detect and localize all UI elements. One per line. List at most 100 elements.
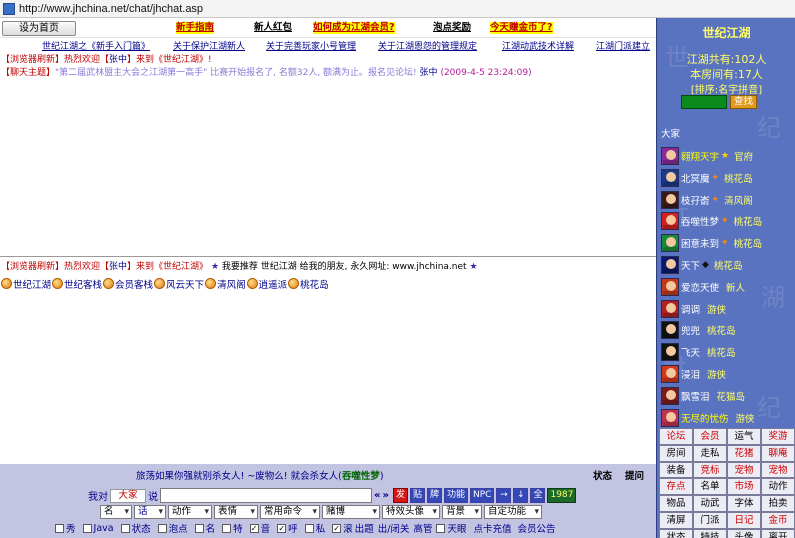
user-list-item[interactable]: 飞天 桃花岛 xyxy=(661,342,736,362)
sky-eye-checkbox[interactable]: 天眼 xyxy=(436,521,466,535)
sort-option[interactable]: [排序:名字拼音] xyxy=(657,81,795,96)
set-home-button[interactable]: 设为首页 xyxy=(2,21,76,36)
notice-link-1[interactable]: 世纪江湖之《新手入门篇》 xyxy=(42,39,150,52)
notice-link-2[interactable]: 关于保护江湖新人 xyxy=(173,39,245,52)
question-link[interactable]: 提问 xyxy=(625,468,644,482)
user-list-item[interactable]: 浸泪 游侠 xyxy=(661,364,726,384)
function-button[interactable]: 宠物 xyxy=(727,461,761,479)
function-button[interactable]: 运气 xyxy=(727,428,761,445)
user-link[interactable]: 张中 xyxy=(109,55,127,65)
retreat-link[interactable]: 出/闭关 xyxy=(378,521,410,535)
npc-button[interactable]: NPC xyxy=(470,488,495,503)
function-button[interactable]: 清屏 xyxy=(659,511,693,529)
user-list-item[interactable]: 爱恋天使 新人 xyxy=(661,277,745,297)
function-button[interactable]: 拍卖 xyxy=(761,495,795,512)
find-input[interactable] xyxy=(681,95,727,109)
user-link[interactable]: 张中 xyxy=(109,262,127,272)
user-link[interactable]: 张中 xyxy=(420,68,438,78)
room-link[interactable]: 桃花岛 xyxy=(288,277,329,291)
url-text[interactable]: http://www.jhchina.net/chat/jhchat.asp xyxy=(19,3,203,15)
notice-link-4[interactable]: 关于江湖恩怨的管理规定 xyxy=(378,39,477,52)
room-link[interactable]: 会员客栈 xyxy=(103,277,153,291)
function-button[interactable]: 论坛 xyxy=(659,428,693,445)
site-url[interactable]: www.jhchina.net xyxy=(392,262,466,272)
call-checkbox[interactable]: ✓ 呼 xyxy=(277,521,298,535)
history-forward-button[interactable]: » xyxy=(382,490,388,501)
private-checkbox[interactable]: 私 xyxy=(304,521,325,535)
send-button[interactable]: 发 xyxy=(392,488,408,503)
background-select[interactable]: 背景 xyxy=(442,504,482,519)
member-notice-link[interactable]: 会员公告 xyxy=(517,521,555,535)
function-button[interactable]: 日记 xyxy=(727,511,761,529)
newbie-bonus-link[interactable]: 新人红包 xyxy=(254,22,292,34)
function-button[interactable]: 存点 xyxy=(659,478,693,496)
user-list-item[interactable]: 困意未到 ✦ 桃花岛 xyxy=(661,233,762,253)
notice-link-5[interactable]: 江湖动武技术详解 xyxy=(502,39,574,52)
java-checkbox[interactable]: Java xyxy=(82,523,114,534)
user-link[interactable]: 吞噬性梦 xyxy=(342,471,380,482)
function-button[interactable]: 花猪 xyxy=(727,444,761,462)
command-select[interactable]: 常用命令 xyxy=(260,504,320,519)
room-link[interactable]: 逍遥派 xyxy=(246,277,287,291)
function-button[interactable]: 功能 xyxy=(443,488,468,503)
user-list-item[interactable]: 无尽的忧伤 游侠 xyxy=(661,408,755,428)
public-chat-pane[interactable]: 【浏览器刷新】热烈欢迎【张中】来到《世纪江湖》! 【聊天主题】"第二届武林盟主大… xyxy=(0,52,656,257)
sound-checkbox[interactable]: ✓ 音 xyxy=(249,521,270,535)
user-list-item[interactable]: 北冥魔 ✦ 桃花岛 xyxy=(661,168,753,188)
user-list-item[interactable]: 枝孖嵛 ✦ 清风阁 xyxy=(661,190,753,210)
avatar-effect-select[interactable]: 特效头像 xyxy=(382,504,440,519)
idle-checkbox[interactable]: 泡点 xyxy=(157,521,188,535)
notice-link-3[interactable]: 关于完善玩家小号管理 xyxy=(266,39,356,52)
special-checkbox[interactable]: 特 xyxy=(222,521,243,535)
name-checkbox[interactable]: 名 xyxy=(194,521,215,535)
function-button[interactable]: 会员 xyxy=(693,428,727,445)
admin-link[interactable]: 高管 xyxy=(413,521,432,535)
custom-function-select[interactable]: 自定功能 xyxy=(484,504,542,519)
function-button[interactable]: 装备 xyxy=(659,461,693,479)
earn-gold-link[interactable]: 今天赚金币了? xyxy=(490,22,553,34)
arrow-down-button[interactable]: ↓ xyxy=(513,488,529,503)
function-button[interactable]: 市场 xyxy=(727,478,761,496)
function-button[interactable]: 动作 xyxy=(761,478,795,496)
user-list-item[interactable]: 兜兜 桃花岛 xyxy=(661,320,736,340)
status-link[interactable]: 状态 xyxy=(593,468,612,482)
card-button[interactable]: 牌 xyxy=(426,488,442,503)
emotion-select[interactable]: 表情 xyxy=(214,504,258,519)
user-list-item[interactable]: 吞噬性梦 ✦ 桃花岛 xyxy=(661,211,762,231)
function-button[interactable]: 走私 xyxy=(693,444,727,462)
function-button[interactable]: 状态 xyxy=(659,528,693,538)
name-select[interactable]: 名 xyxy=(100,504,132,519)
scroll-checkbox[interactable]: ✓ 滚 xyxy=(332,521,353,535)
recipient-field[interactable]: 大家 xyxy=(110,488,146,503)
action-select[interactable]: 动作 xyxy=(168,504,212,519)
become-member-link[interactable]: 如何成为江湖会员? xyxy=(313,22,395,34)
user-list-item[interactable]: 天下 ◆ 桃花岛 xyxy=(661,255,742,275)
online-reward-link[interactable]: 泡点奖励 xyxy=(433,22,471,34)
newbie-guide-link[interactable]: 新手指南 xyxy=(176,22,215,34)
function-button[interactable]: 特技 xyxy=(693,528,727,538)
private-chat-pane[interactable]: 【浏览器刷新】热烈欢迎【张中】来到《世纪江湖》 ★ 我要推荐 世纪江湖 给我的朋… xyxy=(0,258,656,464)
function-button[interactable]: 门派 xyxy=(693,511,727,529)
room-link[interactable]: 风云天下 xyxy=(154,277,204,291)
function-button[interactable]: 头像 xyxy=(727,528,761,538)
status-checkbox[interactable]: 状态 xyxy=(120,521,151,535)
room-link[interactable]: 世纪江湖 xyxy=(1,277,51,291)
function-button[interactable]: 聊庵 xyxy=(761,444,795,462)
everyone-item[interactable]: 大家 xyxy=(661,126,680,140)
function-button[interactable]: 金币 xyxy=(761,511,795,529)
function-button[interactable]: 物品 xyxy=(659,495,693,512)
quiz-link[interactable]: 出题 xyxy=(355,521,374,535)
function-button[interactable]: 宠物 xyxy=(761,461,795,479)
post-button[interactable]: 贴 xyxy=(409,488,425,503)
arrow-right-button[interactable]: → xyxy=(496,488,512,503)
function-button[interactable]: 动武 xyxy=(693,495,727,512)
history-back-button[interactable]: « xyxy=(374,490,380,501)
show-checkbox[interactable]: 秀 xyxy=(55,521,76,535)
room-link[interactable]: 清风阁 xyxy=(205,277,246,291)
user-list-item[interactable]: 飘雪泪 花猫岛 xyxy=(661,386,745,406)
function-button[interactable]: 字体 xyxy=(727,495,761,512)
notice-link-6[interactable]: 江湖门派建立 xyxy=(596,39,650,52)
function-button[interactable]: 离开 xyxy=(761,528,795,538)
counter-button[interactable]: 1987 xyxy=(547,488,577,503)
function-button[interactable]: 竞标 xyxy=(693,461,727,479)
